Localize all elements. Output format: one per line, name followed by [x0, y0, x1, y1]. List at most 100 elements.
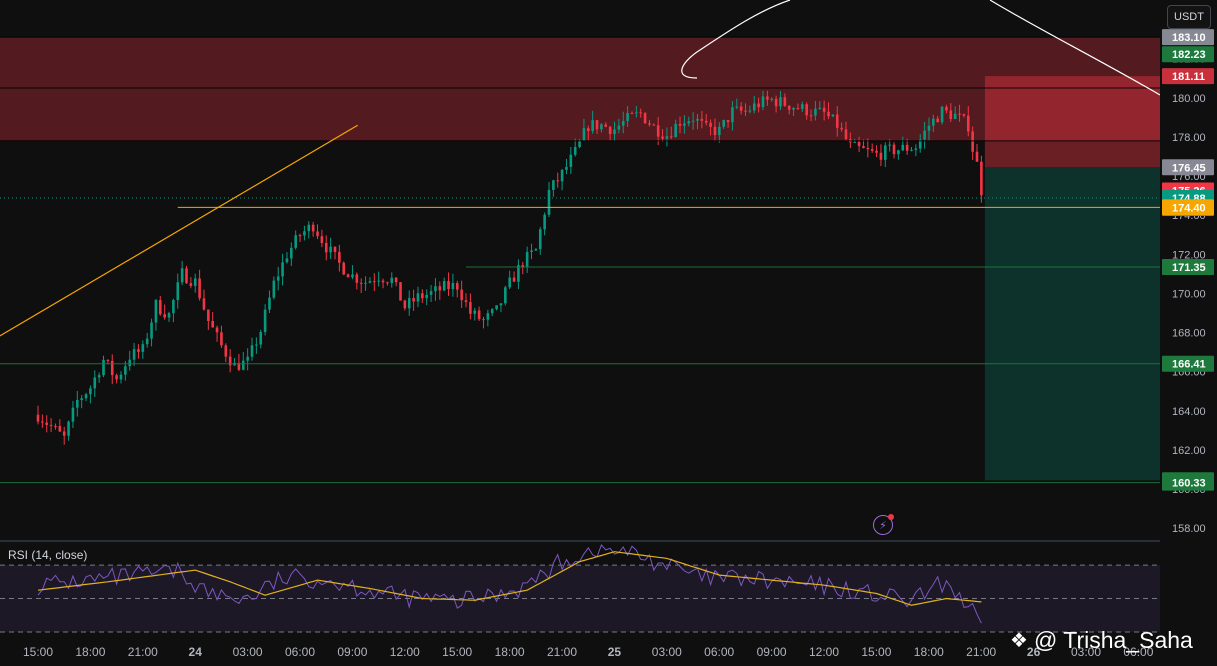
candle-body [958, 113, 961, 115]
candle-body [547, 189, 551, 215]
currency-button[interactable]: USDT [1167, 5, 1211, 29]
candle-body [936, 118, 940, 123]
candle-body [329, 246, 332, 253]
time-tick: 18:00 [75, 645, 105, 659]
price-tick: 178.00 [1172, 132, 1206, 144]
candle-body [512, 277, 516, 282]
candle-body [464, 300, 468, 303]
time-tick: 18:00 [495, 645, 525, 659]
price-tick: 162.00 [1172, 445, 1206, 457]
candle-body [421, 293, 424, 299]
price-tick: 168.00 [1172, 328, 1206, 340]
candle-body [739, 106, 743, 111]
candle-body [303, 231, 306, 236]
time-tick: 24 [189, 645, 203, 659]
lightning-alert-icon[interactable]: ⚡ [873, 514, 894, 535]
candle-body [552, 180, 555, 190]
candle-body [573, 147, 577, 155]
candle-body [359, 282, 363, 284]
candle-body [525, 252, 529, 268]
candle-body [377, 280, 380, 282]
candle [399, 282, 402, 301]
candle [185, 265, 188, 284]
candle-body [534, 249, 538, 251]
price-label-value: 182.23 [1172, 49, 1206, 61]
time-tick: 15:00 [442, 645, 472, 659]
candle-body [766, 96, 769, 100]
time-tick: 06:00 [704, 645, 734, 659]
candle-body [403, 300, 407, 309]
candle-body [744, 110, 747, 112]
candle-body [687, 121, 691, 124]
candle-body [290, 247, 293, 259]
price-label-value: 166.41 [1172, 359, 1206, 371]
candle-body [683, 123, 686, 126]
candle-body [311, 224, 315, 232]
price-label: 174.40 [1162, 199, 1214, 216]
candle-body [844, 129, 848, 140]
candle-body [106, 359, 110, 361]
notification-dot [888, 514, 894, 520]
candle-body [774, 98, 778, 107]
candle-body [333, 246, 337, 252]
candle-body [250, 345, 254, 357]
price-axis: 184.00182.00180.00178.00176.00174.00172.… [1160, 0, 1217, 666]
candle-body [538, 229, 542, 250]
candle-body [189, 283, 193, 286]
candle-body [84, 394, 88, 399]
chart-canvas[interactable]: 80.0060.0040.00 184.00182.00180.00178.00… [0, 0, 1217, 666]
candle-body [307, 224, 311, 232]
candle [504, 285, 507, 306]
time-tick: 09:00 [337, 645, 367, 659]
time-tick: 21:00 [966, 645, 996, 659]
candle-body [49, 424, 53, 426]
candle-body [455, 283, 459, 290]
candle-body [752, 103, 756, 111]
candle-body [517, 265, 520, 282]
price-label-value: 174.40 [1172, 202, 1206, 214]
candle-body [425, 294, 429, 299]
candle-body [866, 148, 870, 150]
candle-body [62, 431, 66, 436]
candle-body [272, 280, 276, 298]
candle-body [180, 268, 184, 283]
candle-body [726, 120, 730, 123]
candle-body [338, 251, 341, 263]
candle-body [888, 144, 891, 146]
price-tick: 170.00 [1172, 288, 1206, 300]
candle-body [635, 112, 638, 114]
price-label: 166.41 [1162, 355, 1214, 372]
candle-body [787, 105, 791, 110]
candle-body [678, 123, 682, 126]
candle [342, 261, 346, 276]
candle-body [407, 298, 411, 309]
candle-body [835, 114, 839, 128]
price-label-value: 176.45 [1172, 162, 1206, 174]
candle-body [394, 277, 398, 283]
candle-body [158, 300, 162, 315]
candle-body [940, 106, 944, 123]
price-label: 171.35 [1162, 259, 1214, 276]
candle-body [966, 115, 970, 132]
candle-body [569, 154, 573, 167]
candle-body [176, 282, 180, 301]
candle-body [600, 124, 603, 130]
candle-body [770, 98, 774, 100]
candle-body [495, 305, 498, 310]
candle-body [731, 107, 734, 123]
candle-body [735, 106, 739, 108]
candle-body [298, 235, 302, 237]
candle-body [80, 398, 83, 400]
candle-body [285, 258, 289, 263]
candle-body [255, 344, 258, 346]
candle-body [665, 136, 669, 139]
candle-body [853, 141, 857, 143]
candle-body [281, 262, 284, 277]
candle-body [71, 407, 75, 422]
price-label-value: 181.11 [1172, 71, 1205, 83]
candle-body [801, 104, 804, 109]
price-label: 183.10 [1162, 29, 1214, 46]
candle-body [883, 145, 887, 160]
candle-body [870, 149, 874, 151]
candle-body [167, 313, 171, 318]
